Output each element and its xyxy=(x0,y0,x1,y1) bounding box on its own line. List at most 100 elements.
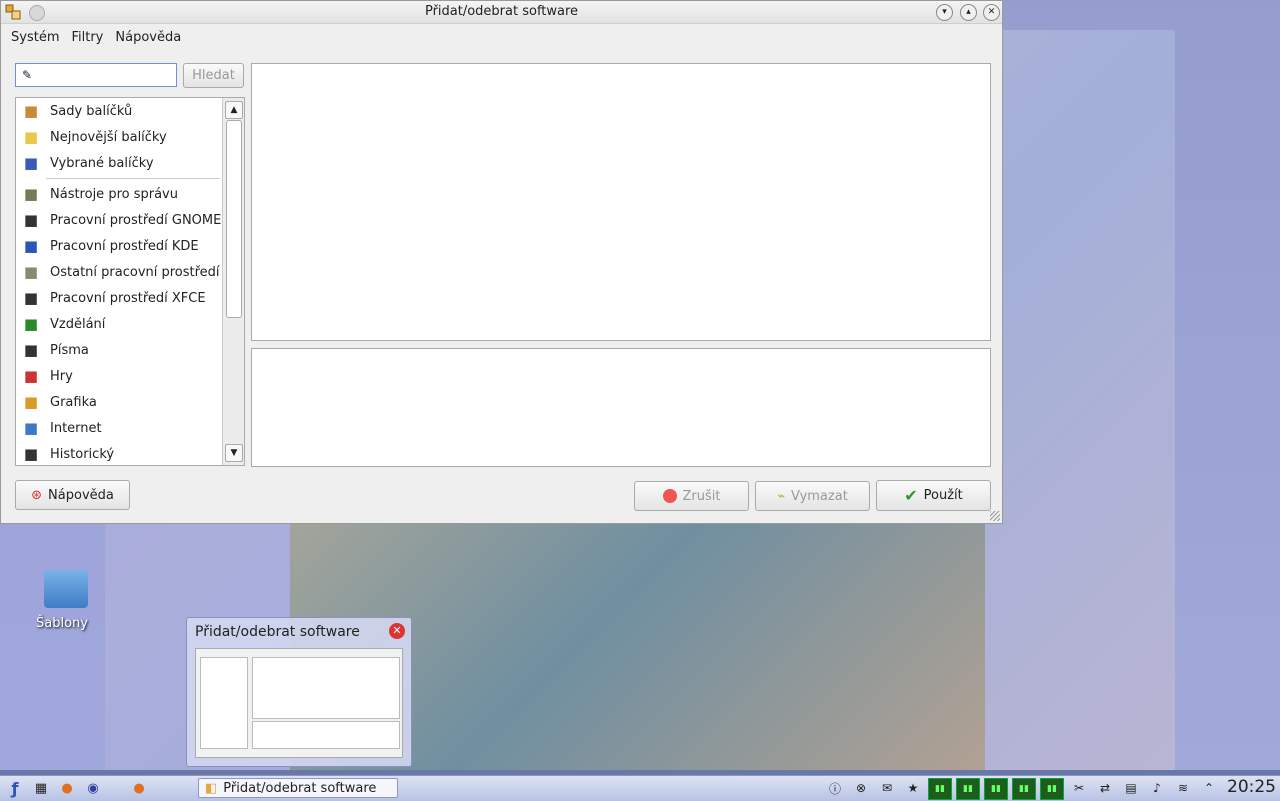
category-label: Pracovní prostředí GNOME xyxy=(50,212,222,228)
category-item[interactable]: ■ Hry xyxy=(16,363,244,389)
category-label: Historický xyxy=(50,446,115,462)
mail-icon[interactable]: ✉ xyxy=(876,778,898,798)
pencil-icon: ✎ xyxy=(22,68,33,82)
cpu-monitor-icon[interactable]: ▮▮ xyxy=(1040,778,1064,800)
window-title: Přidat/odebrat software xyxy=(424,4,579,19)
category-item[interactable]: ■ Internet xyxy=(16,415,244,441)
menu-system[interactable]: Systém xyxy=(5,30,65,45)
network-icon[interactable]: ⇄ xyxy=(1094,778,1116,798)
taskbar-window-button[interactable]: ◧ Přidat/odebrat software xyxy=(198,778,398,798)
menu-filters[interactable]: Filtry xyxy=(65,30,109,45)
clipboard-icon[interactable]: ▤ xyxy=(1120,778,1142,798)
scissors-icon[interactable]: ✂ xyxy=(1068,778,1090,798)
firefox-task-icon[interactable]: ● xyxy=(128,779,150,799)
category-label: Hry xyxy=(50,368,73,384)
checkmark-icon: ✔ xyxy=(904,486,918,505)
firefox-icon[interactable]: ● xyxy=(56,779,78,799)
clear-button-label: Vymazat xyxy=(791,488,848,504)
category-item[interactable]: ■ Nástroje pro správu xyxy=(16,181,244,207)
category-item[interactable]: ■ Písma xyxy=(16,337,244,363)
background-browser-window xyxy=(985,0,1280,770)
menu-help[interactable]: Nápověda xyxy=(109,30,187,45)
category-item[interactable]: ■ Pracovní prostředí XFCE xyxy=(16,285,244,311)
lightbulb-icon: ■ xyxy=(23,128,39,146)
category-item[interactable]: ■ Vybrané balíčky xyxy=(16,150,244,176)
help-button[interactable]: ⊛ Nápověda xyxy=(15,480,130,510)
clock[interactable]: 20:25 xyxy=(1227,777,1276,797)
show-desktop-icon[interactable]: ▦ xyxy=(30,779,52,799)
category-label: Internet xyxy=(50,420,102,436)
apply-button-label: Použít xyxy=(923,488,963,503)
desktop-icon: ■ xyxy=(23,263,39,281)
internet-icon: ■ xyxy=(23,419,39,437)
package-description-pane[interactable] xyxy=(251,348,991,467)
resize-grip[interactable] xyxy=(990,511,1000,521)
globe-icon[interactable]: ◉ xyxy=(82,779,104,799)
desktop-folder-label[interactable]: Šablony xyxy=(36,616,88,631)
education-icon: ■ xyxy=(23,315,39,333)
gnome-icon: ■ xyxy=(23,211,39,229)
start-menu-icon[interactable]: ƒ xyxy=(4,779,26,799)
category-label: Pracovní prostředí XFCE xyxy=(50,290,206,306)
apply-button[interactable]: ✔ Použít xyxy=(876,480,991,511)
xfce-icon: ■ xyxy=(23,289,39,307)
close-icon[interactable]: ✕ xyxy=(389,623,405,639)
category-item[interactable]: ■ Ostatní pracovní prostředí xyxy=(16,259,244,285)
admin-tools-icon: ■ xyxy=(23,185,39,203)
folder-icon[interactable] xyxy=(44,570,88,608)
wifi-icon[interactable]: ≋ xyxy=(1172,778,1194,798)
scrollbar-thumb[interactable] xyxy=(226,120,242,318)
category-label: Vybrané balíčky xyxy=(50,155,154,171)
package-list-pane[interactable] xyxy=(251,63,991,341)
popup-title: Přidat/odebrat software xyxy=(195,624,360,640)
cancel-button[interactable]: Zrušit xyxy=(634,481,749,511)
search-input[interactable] xyxy=(38,66,172,83)
maximize-icon[interactable]: ▴ xyxy=(960,4,977,21)
category-item[interactable]: ■ Pracovní prostředí GNOME xyxy=(16,207,244,233)
close-icon[interactable]: ✕ xyxy=(983,4,1000,21)
stop-icon xyxy=(662,489,677,503)
category-item[interactable]: ■ Nejnovější balíčky xyxy=(16,124,244,150)
clear-button[interactable]: ⌁ Vymazat xyxy=(755,481,870,511)
scroll-up-icon[interactable]: ▲ xyxy=(225,101,243,119)
category-label: Nejnovější balíčky xyxy=(50,129,167,145)
titlebar[interactable]: Přidat/odebrat software ▾ ▴ ✕ xyxy=(1,1,1002,24)
cpu-monitor-icon[interactable]: ▮▮ xyxy=(1012,778,1036,800)
category-item[interactable]: ■ Vzdělání xyxy=(16,311,244,337)
graphics-icon: ■ xyxy=(23,393,39,411)
broom-icon: ⌁ xyxy=(777,488,786,504)
search-field[interactable]: ✎ xyxy=(15,63,177,87)
floppy-icon: ■ xyxy=(23,445,39,463)
category-label: Pracovní prostředí KDE xyxy=(50,238,199,254)
add-remove-software-window: Přidat/odebrat software ▾ ▴ ✕ Systém Fil… xyxy=(0,0,1003,524)
menubar: Systém Filtry Nápověda xyxy=(1,24,1002,50)
system-tray: ⓘ ⊗ ✉ ★ ▮▮ ▮▮ ▮▮ ▮▮ ▮▮ ✂ ⇄ ▤ ♪ ≋ ⌃ xyxy=(824,778,1220,800)
fonts-icon: ■ xyxy=(23,341,39,359)
volume-icon[interactable]: ♪ xyxy=(1146,778,1168,798)
help-icon: ⊛ xyxy=(31,487,43,503)
taskbar: ƒ ▦ ● ◉ ● ◧ Přidat/odebrat software ⓘ ⊗ … xyxy=(0,775,1280,801)
category-label: Písma xyxy=(50,342,89,358)
info-icon[interactable]: ⓘ xyxy=(824,778,846,798)
tray-expand-icon[interactable]: ⌃ xyxy=(1198,778,1220,798)
search-button[interactable]: Hledat xyxy=(183,63,244,88)
taskbar-window-label: Přidat/odebrat software xyxy=(223,780,377,796)
cpu-monitor-icon[interactable]: ▮▮ xyxy=(984,778,1008,800)
category-label: Ostatní pracovní prostředí xyxy=(50,264,220,280)
category-item[interactable]: ■ Grafika xyxy=(16,389,244,415)
cpu-monitor-icon[interactable]: ▮▮ xyxy=(928,778,952,800)
scroll-down-icon[interactable]: ▼ xyxy=(225,444,243,462)
help-button-label: Nápověda xyxy=(48,487,114,503)
network-off-icon[interactable]: ⊗ xyxy=(850,778,872,798)
star-icon[interactable]: ★ xyxy=(902,778,924,798)
category-item[interactable]: ■ Sady balíčků xyxy=(16,98,244,124)
category-item[interactable]: ■ Historický xyxy=(16,441,244,465)
window-preview-popup[interactable]: Přidat/odebrat software ✕ xyxy=(186,617,412,767)
category-scrollbar[interactable]: ▲ ▼ xyxy=(222,98,244,465)
games-icon: ■ xyxy=(23,367,39,385)
kde-icon: ■ xyxy=(23,237,39,255)
category-item[interactable]: ■ Pracovní prostředí KDE xyxy=(16,233,244,259)
minimize-icon[interactable]: ▾ xyxy=(936,4,953,21)
cpu-monitor-icon[interactable]: ▮▮ xyxy=(956,778,980,800)
window-thumbnail[interactable] xyxy=(195,648,403,758)
